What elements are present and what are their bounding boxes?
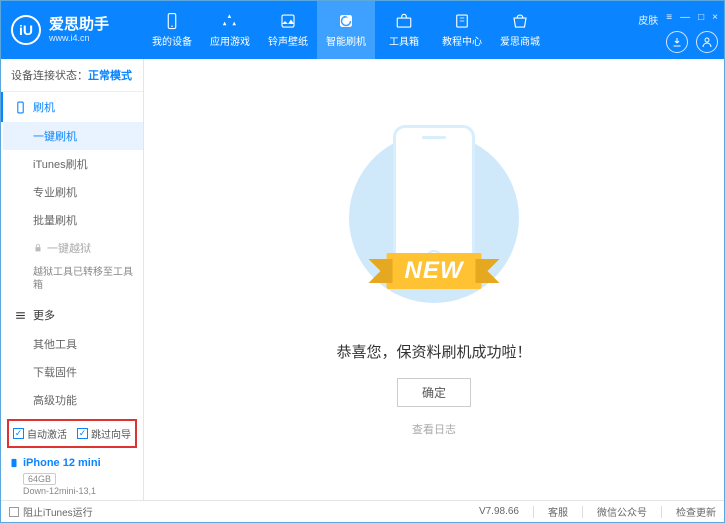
toolbox-icon [394, 12, 414, 30]
nav-label: 铃声壁纸 [268, 33, 308, 48]
main-content: NEW 恭喜您，保资料刷机成功啦！ 确定 查看日志 [144, 59, 724, 500]
connected-device[interactable]: iPhone 12 mini 64GB Down-12mini-13,1 [1, 450, 143, 500]
nav-label: 我的设备 [152, 33, 192, 48]
wallpaper-icon [278, 12, 298, 30]
device-phone-icon [9, 456, 19, 470]
sidebar-section-flash[interactable]: 刷机 [1, 92, 143, 122]
logo-icon: iU [11, 15, 41, 45]
device-storage: 64GB [23, 473, 56, 485]
view-log-link[interactable]: 查看日志 [412, 421, 456, 437]
sidebar-item-one-click-flash[interactable]: 一键刷机 [3, 122, 143, 150]
flash-icon [336, 12, 356, 30]
sidebar-head-label: 更多 [33, 307, 55, 323]
skin-button[interactable]: 皮肤 [638, 12, 658, 27]
status-bar: 阻止iTunes运行 V7.98.66 客服 微信公众号 检查更新 [1, 500, 724, 522]
apps-icon [220, 12, 240, 30]
checkbox-icon: ✓ [77, 428, 88, 439]
sidebar-head-label: 刷机 [33, 99, 55, 115]
check-update-link[interactable]: 检查更新 [676, 504, 716, 519]
phone-icon [162, 12, 182, 30]
connection-mode: 正常模式 [88, 70, 132, 82]
nav-smart-flash[interactable]: 智能刷机 [317, 1, 375, 59]
checkbox-icon: ✓ [13, 428, 24, 439]
list-icon [13, 308, 27, 322]
skip-wizard-checkbox[interactable]: ✓ 跳过向导 [77, 426, 131, 441]
sidebar-item-other-tools[interactable]: 其他工具 [3, 330, 143, 358]
sidebar-item-jailbreak: 一键越狱 [3, 234, 143, 262]
store-icon [510, 12, 530, 30]
block-itunes-checkbox[interactable]: 阻止iTunes运行 [9, 504, 93, 519]
minimize-button[interactable]: — [680, 12, 690, 23]
app-title: 爱思助手 [49, 17, 109, 34]
nav-label: 工具箱 [389, 33, 419, 48]
download-button[interactable] [666, 31, 688, 53]
nav-ringtone-wallpaper[interactable]: 铃声壁纸 [259, 1, 317, 59]
version-label: V7.98.66 [479, 506, 519, 517]
user-button[interactable] [696, 31, 718, 53]
nav-apps-games[interactable]: 应用游戏 [201, 1, 259, 59]
menu-button[interactable]: ≡ [666, 12, 672, 23]
maximize-button[interactable]: □ [698, 12, 704, 23]
sidebar-item-pro-flash[interactable]: 专业刷机 [3, 178, 143, 206]
sidebar-item-advanced[interactable]: 高级功能 [3, 386, 143, 414]
nav-tutorial-center[interactable]: 教程中心 [433, 1, 491, 59]
success-illustration: NEW [344, 123, 524, 323]
nav-label: 应用游戏 [210, 33, 250, 48]
wechat-link[interactable]: 微信公众号 [597, 504, 647, 519]
book-icon [452, 12, 472, 30]
nav-toolbox[interactable]: 工具箱 [375, 1, 433, 59]
jailbreak-notice: 越狱工具已转移至工具箱 [3, 262, 143, 300]
nav-label: 爱思商城 [500, 33, 540, 48]
nav-store[interactable]: 爱思商城 [491, 1, 549, 59]
main-nav: 我的设备 应用游戏 铃声壁纸 智能刷机 工具箱 教程中心 爱思商城 [143, 1, 638, 59]
ok-button[interactable]: 确定 [397, 378, 471, 407]
phone-icon [13, 100, 27, 114]
sidebar-section-more[interactable]: 更多 [3, 300, 143, 330]
nav-my-device[interactable]: 我的设备 [143, 1, 201, 59]
connection-status: 设备连接状态：正常模式 [1, 59, 143, 92]
lock-icon [33, 243, 43, 253]
app-url: www.i4.cn [49, 33, 109, 43]
sidebar-item-download-firmware[interactable]: 下载固件 [3, 358, 143, 386]
device-name-label: iPhone 12 mini [23, 457, 101, 469]
window-controls: 皮肤 ≡ — □ × [638, 8, 718, 27]
close-button[interactable]: × [712, 12, 718, 23]
device-identifier: Down-12mini-13,1 [23, 486, 135, 496]
success-message: 恭喜您，保资料刷机成功啦！ [336, 341, 531, 362]
options-highlight-box: ✓ 自动激活 ✓ 跳过向导 [7, 419, 137, 448]
sidebar: 设备连接状态：正常模式 刷机 一键刷机 iTunes刷机 专业刷机 批量刷机 一… [1, 59, 144, 500]
sidebar-item-itunes-flash[interactable]: iTunes刷机 [3, 150, 143, 178]
nav-label: 教程中心 [442, 33, 482, 48]
checkbox-icon [9, 507, 19, 517]
logo-area: iU 爱思助手 www.i4.cn [11, 15, 143, 45]
auto-activate-checkbox[interactable]: ✓ 自动激活 [13, 426, 67, 441]
sidebar-item-batch-flash[interactable]: 批量刷机 [3, 206, 143, 234]
customer-service-link[interactable]: 客服 [548, 504, 568, 519]
new-ribbon: NEW [387, 253, 482, 289]
nav-label: 智能刷机 [326, 33, 366, 48]
app-header: iU 爱思助手 www.i4.cn 我的设备 应用游戏 铃声壁纸 智能刷机 工具… [1, 1, 724, 59]
